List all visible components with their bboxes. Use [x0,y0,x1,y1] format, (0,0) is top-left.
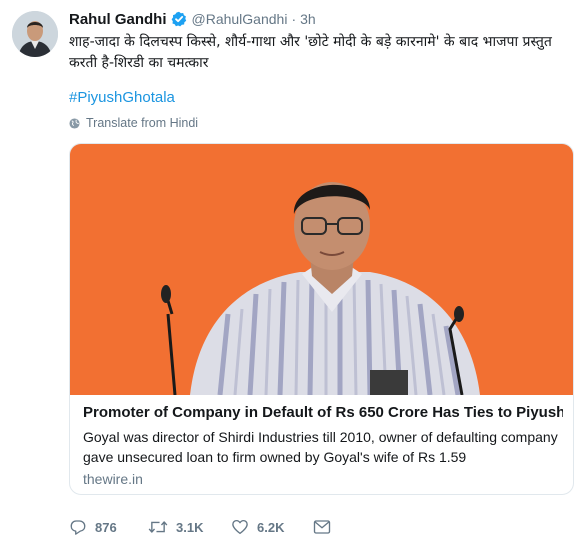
card-domain: thewire.in [83,471,143,487]
reply-count: 876 [95,519,117,535]
tweet-actions: 876 3.1K 6.2K [69,515,339,539]
retweet-icon [148,521,168,533]
card-image [70,144,573,395]
card-content: Promoter of Company in Default of Rs 650… [83,403,563,487]
reply-button[interactable]: 876 [69,518,148,536]
avatar[interactable] [12,11,58,57]
like-count: 6.2K [257,519,285,535]
tweet-text: शाह-जादा के दिलचस्प किस्से, शौर्य-गाथा औ… [69,34,552,71]
hashtag-link[interactable]: #PiyushGhotala [69,89,175,106]
like-button[interactable]: 6.2K [231,518,313,536]
link-card[interactable]: Promoter of Company in Default of Rs 650… [69,143,574,495]
tweet: Rahul Gandhi @RahulGandhi · 3h शाह-जादा … [0,0,580,551]
card-description: Goyal was director of Shirdi Industries … [83,429,558,465]
direct-message-icon [313,520,331,534]
globe-icon [69,117,80,129]
translate-link[interactable]: Translate from Hindi [69,116,198,130]
author-handle[interactable]: @RahulGandhi [192,11,288,27]
translate-label: Translate from Hindi [86,116,199,130]
tweet-timestamp[interactable]: 3h [300,11,316,27]
direct-message-button[interactable] [313,519,339,535]
header-separator: · [291,11,297,27]
reply-icon [70,520,86,535]
retweet-count: 3.1K [176,519,204,535]
tweet-header: Rahul Gandhi @RahulGandhi · 3h [69,10,316,28]
verified-badge-icon [171,11,187,27]
retweet-button[interactable]: 3.1K [148,518,231,536]
like-icon [232,519,248,535]
avatar-image [12,11,58,57]
card-title: Promoter of Company in Default of Rs 650… [83,404,563,421]
author-name[interactable]: Rahul Gandhi [69,11,167,28]
